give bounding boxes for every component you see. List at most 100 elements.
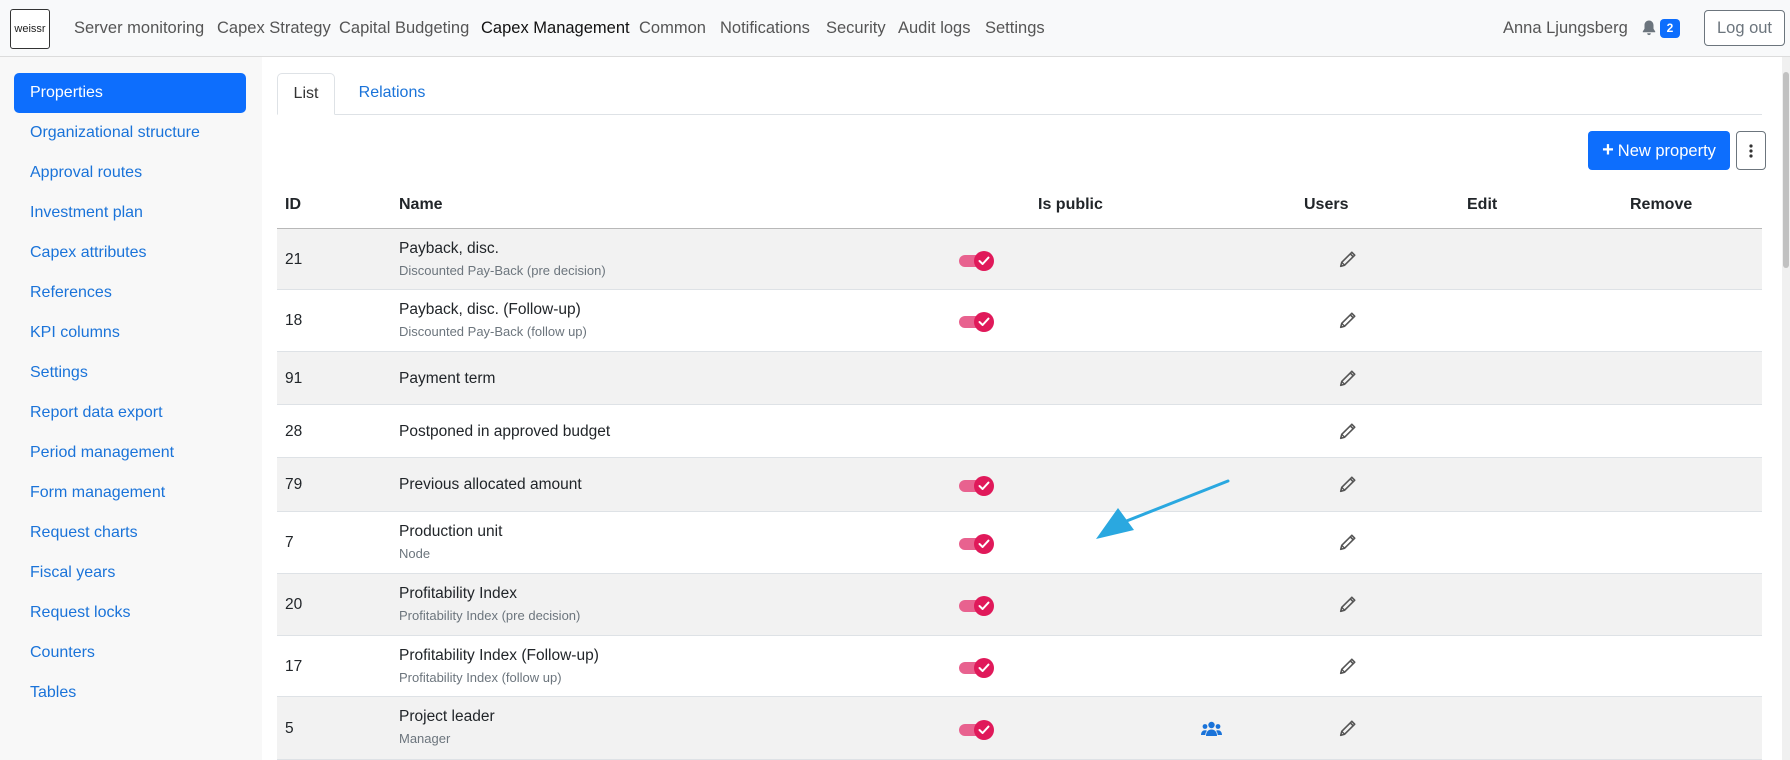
nav-capex-strategy[interactable]: Capex Strategy [217,19,331,38]
column-header-remove: Remove [1630,196,1693,213]
row-id: 20 [285,596,303,613]
toggle-knob [974,312,994,332]
current-user-name[interactable]: Anna Ljungsberg [1503,19,1628,38]
nav-server-monitoring[interactable]: Server monitoring [74,19,204,38]
column-header-id[interactable]: ID [285,196,301,214]
nav-capex-management[interactable]: Capex Management [481,19,630,38]
sidebar-item-fiscal-years[interactable]: Fiscal years [14,553,246,593]
table-row: 5 Project leader Manager [277,697,1762,760]
row-name: Profitability Index [399,585,518,602]
pencil-icon[interactable] [1339,657,1356,675]
toggle-knob [974,250,994,271]
row-name: Payment term [399,369,496,387]
sidebar-item-capex-attributes[interactable]: Capex attributes [14,233,246,273]
row-id: 18 [285,312,303,329]
pencil-icon[interactable] [1339,250,1356,268]
is-public-toggle[interactable] [959,311,996,332]
sidebar-item-references[interactable]: References [14,273,246,313]
is-public-toggle[interactable] [959,657,996,678]
sidebar-item-request-charts[interactable]: Request charts [14,513,246,553]
nav-settings[interactable]: Settings [985,19,1045,38]
sidebar-item-form-management[interactable]: Form management [14,473,246,513]
pencil-icon[interactable] [1339,369,1356,387]
row-id: 5 [285,719,294,737]
table-row: 91 Payment term [277,352,1762,405]
is-public-toggle[interactable] [959,719,996,740]
row-subtitle: Profitability Index (follow up) [399,670,562,685]
row-name: Payback, disc. [399,240,499,257]
table-row: 17 Profitability Index (Follow-up) Profita… [277,636,1762,697]
plus-icon: + [1602,139,1614,161]
app-logo[interactable]: weissr [10,9,50,49]
is-public-toggle[interactable] [959,475,996,496]
sidebar-item-tables[interactable]: Tables [14,673,246,713]
pencil-icon[interactable] [1339,476,1356,493]
is-public-toggle[interactable] [959,533,996,554]
pencil-icon[interactable] [1339,422,1356,440]
pencil-icon[interactable] [1339,312,1356,329]
sidebar: Properties Organizational structure Appr… [0,57,262,760]
tabs-divider [277,114,1762,115]
pencil-icon[interactable] [1339,534,1356,551]
more-options-button[interactable] [1736,131,1766,170]
toggle-knob [974,719,994,740]
sidebar-item-organizational-structure[interactable]: Organizational structure [14,113,246,153]
tab-list[interactable]: List [277,73,335,115]
row-name: Postponed in approved budget [399,422,611,440]
nav-security[interactable]: Security [826,19,886,38]
column-header-edit: Edit [1467,196,1498,213]
toggle-knob [974,657,994,678]
check-icon [978,317,990,326]
column-header-users: Users [1304,196,1349,213]
new-property-label: New property [1617,142,1716,160]
nav-notifications[interactable]: Notifications [720,19,810,38]
row-name: Production unit [399,523,503,540]
sidebar-item-counters[interactable]: Counters [14,633,246,673]
row-id: 79 [285,476,303,493]
table-row: 20 Profitability Index Profitability Index… [277,574,1762,636]
pencil-icon[interactable] [1339,596,1356,613]
nav-capital-budgeting[interactable]: Capital Budgeting [339,19,469,38]
sidebar-item-investment-plan[interactable]: Investment plan [14,193,246,233]
toggle-knob [974,534,994,554]
annotation-arrow [1096,479,1230,539]
check-icon [978,481,990,490]
row-subtitle: Discounted Pay-Back (pre decision) [399,263,606,278]
table-row: 79 Previous allocated amount [277,458,1762,512]
row-subtitle: Node [399,546,431,561]
row-id: 21 [285,250,303,268]
sidebar-item-approval-routes[interactable]: Approval routes [14,153,246,193]
column-header-is-public[interactable]: Is public [1038,196,1103,214]
users-icon[interactable] [1201,721,1222,737]
new-property-button[interactable]: + New property [1588,131,1730,170]
main-content: List Relations + New property ID Name Is … [262,57,1782,760]
nav-audit-logs[interactable]: Audit logs [898,19,970,38]
sidebar-item-request-locks[interactable]: Request locks [14,593,246,633]
is-public-toggle[interactable] [959,250,996,271]
toggle-knob [974,476,994,496]
sidebar-item-period-management[interactable]: Period management [14,433,246,473]
row-id: 7 [285,534,294,551]
is-public-toggle[interactable] [959,595,996,616]
sidebar-item-report-data-export[interactable]: Report data export [14,393,246,433]
sidebar-item-kpi-columns[interactable]: KPI columns [14,313,246,353]
nav-common[interactable]: Common [639,19,706,38]
sidebar-item-properties[interactable]: Properties [14,73,246,113]
table-row: 7 Production unit Node [277,512,1762,574]
row-subtitle: Manager [399,731,451,746]
page-scrollbar-thumb[interactable] [1783,72,1789,268]
notification-count-badge[interactable]: 2 [1660,19,1680,38]
tab-relations[interactable]: Relations [342,73,442,115]
row-id: 28 [285,422,303,440]
row-name: Profitability Index (Follow-up) [399,647,599,664]
check-icon [978,725,990,734]
sidebar-item-settings[interactable]: Settings [14,353,246,393]
bell-icon[interactable] [1641,19,1657,37]
row-name: Project leader [399,708,495,725]
check-icon [978,256,990,265]
column-header-name[interactable]: Name [399,196,443,214]
logout-button[interactable]: Log out [1704,10,1785,46]
row-name: Previous allocated amount [399,476,582,493]
pencil-icon[interactable] [1339,719,1356,737]
check-icon [978,601,990,610]
